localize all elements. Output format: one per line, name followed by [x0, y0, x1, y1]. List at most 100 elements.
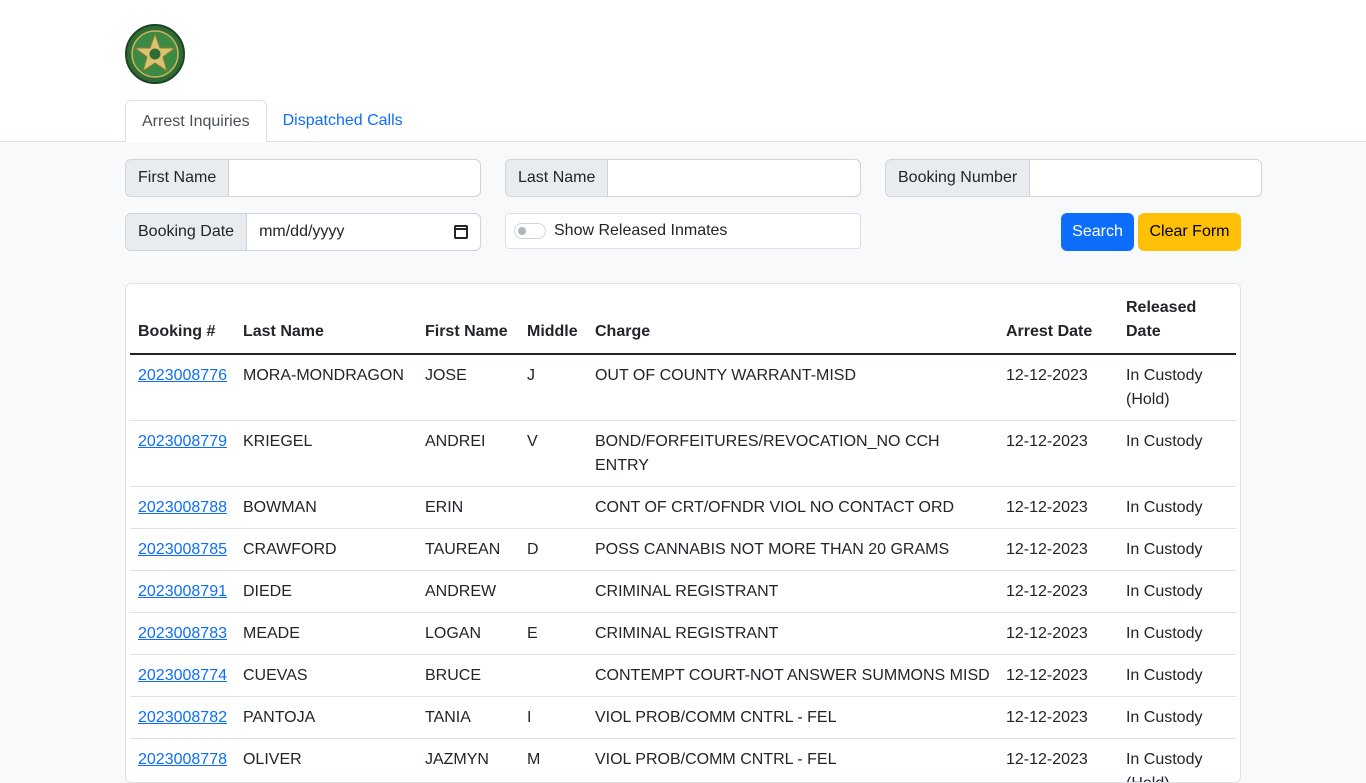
charge-cell: CRIMINAL REGISTRANT: [587, 571, 998, 613]
col-last-name: Last Name: [235, 292, 417, 354]
last-name-cell: PANTOJA: [235, 697, 417, 739]
tab-dispatched-calls[interactable]: Dispatched Calls: [267, 100, 419, 142]
last-name-cell: BOWMAN: [235, 487, 417, 529]
arrest-date-cell: 12-12-2023: [998, 529, 1118, 571]
first-name-cell: ANDREW: [417, 571, 519, 613]
charge-cell: BOND/FORFEITURES/REVOCATION_NO CCH ENTRY: [587, 421, 998, 487]
booking-number-link[interactable]: 2023008779: [138, 433, 227, 450]
released-date-cell: In Custody: [1118, 697, 1236, 739]
released-date-cell: In Custody: [1118, 421, 1236, 487]
charge-cell: VIOL PROB/COMM CNTRL - FEL: [587, 697, 998, 739]
middle-name-cell: I: [519, 697, 587, 739]
released-date-cell: In Custody: [1118, 487, 1236, 529]
booking-date-input[interactable]: mm/dd/yyyy: [247, 213, 481, 251]
table-row: 2023008788 BOWMANERIN CONT OF CRT/OFNDR VI…: [130, 487, 1236, 529]
tab-arrest-inquiries[interactable]: Arrest Inquiries: [125, 100, 267, 143]
show-released-toggle[interactable]: [514, 223, 546, 239]
first-name-input[interactable]: [229, 159, 481, 197]
booking-number-cell: 2023008778: [130, 739, 235, 783]
arrest-date-cell: 12-12-2023: [998, 739, 1118, 783]
table-row: 2023008783 MEADELOGANECRIMINAL REGISTRANT…: [130, 613, 1236, 655]
first-name-cell: ERIN: [417, 487, 519, 529]
released-date-cell: In Custody: [1118, 571, 1236, 613]
middle-name-cell: V: [519, 421, 587, 487]
first-name-cell: ANDREI: [417, 421, 519, 487]
booking-number-label: Booking Number: [885, 159, 1030, 197]
booking-number-cell: 2023008782: [130, 697, 235, 739]
last-name-input[interactable]: [608, 159, 861, 197]
col-first-name: First Name: [417, 292, 519, 354]
booking-number-cell: 2023008791: [130, 571, 235, 613]
nav-tabs: Arrest Inquiries Dispatched Calls: [125, 100, 419, 143]
booking-number-link[interactable]: 2023008791: [138, 583, 227, 600]
booking-number-link[interactable]: 2023008778: [138, 751, 227, 768]
first-name-label: First Name: [125, 159, 229, 197]
first-name-cell: JOSE: [417, 354, 519, 421]
booking-number-link[interactable]: 2023008788: [138, 499, 227, 516]
booking-number-cell: 2023008788: [130, 487, 235, 529]
last-name-label: Last Name: [505, 159, 608, 197]
last-name-cell: CUEVAS: [235, 655, 417, 697]
middle-name-cell: E: [519, 613, 587, 655]
released-date-cell: In Custody (Hold): [1118, 354, 1236, 421]
charge-cell: CONT OF CRT/OFNDR VIOL NO CONTACT ORD: [587, 487, 998, 529]
results-card: Booking # Last Name First Name Middle Ch…: [125, 283, 1241, 783]
calendar-icon[interactable]: [454, 225, 468, 239]
table-row: 2023008778 OLIVERJAZMYNMVIOL PROB/COMM CN…: [130, 739, 1236, 783]
first-name-cell: TANIA: [417, 697, 519, 739]
last-name-cell: CRAWFORD: [235, 529, 417, 571]
charge-cell: VIOL PROB/COMM CNTRL - FEL: [587, 739, 998, 783]
booking-date-placeholder: mm/dd/yyyy: [259, 223, 344, 241]
booking-number-link[interactable]: 2023008783: [138, 625, 227, 642]
last-name-cell: OLIVER: [235, 739, 417, 783]
col-charge: Charge: [587, 292, 998, 354]
arrest-date-cell: 12-12-2023: [998, 487, 1118, 529]
first-name-cell: BRUCE: [417, 655, 519, 697]
last-name-cell: KRIEGEL: [235, 421, 417, 487]
booking-date-group: Booking Date mm/dd/yyyy: [125, 213, 481, 251]
first-name-cell: JAZMYN: [417, 739, 519, 783]
table-row: 2023008774 CUEVASBRUCE CONTEMPT COURT-NOT …: [130, 655, 1236, 697]
charge-cell: OUT OF COUNTY WARRANT-MISD: [587, 354, 998, 421]
middle-name-cell: [519, 655, 587, 697]
middle-name-cell: M: [519, 739, 587, 783]
last-name-cell: MEADE: [235, 613, 417, 655]
charge-cell: CRIMINAL REGISTRANT: [587, 613, 998, 655]
middle-name-cell: D: [519, 529, 587, 571]
col-middle: Middle: [519, 292, 587, 354]
show-released-container: Show Released Inmates: [505, 213, 861, 249]
booking-number-cell: 2023008785: [130, 529, 235, 571]
booking-number-link[interactable]: 2023008782: [138, 709, 227, 726]
arrest-date-cell: 12-12-2023: [998, 571, 1118, 613]
released-date-cell: In Custody: [1118, 655, 1236, 697]
clear-form-button[interactable]: Clear Form: [1138, 213, 1241, 251]
col-booking-number: Booking #: [130, 292, 235, 354]
booking-number-group: Booking Number: [885, 159, 1241, 197]
search-button[interactable]: Search: [1061, 213, 1134, 251]
first-name-cell: TAUREAN: [417, 529, 519, 571]
arrest-date-cell: 12-12-2023: [998, 655, 1118, 697]
table-row: 2023008782 PANTOJATANIAIVIOL PROB/COMM CN…: [130, 697, 1236, 739]
middle-name-cell: [519, 571, 587, 613]
charge-cell: CONTEMPT COURT-NOT ANSWER SUMMONS MISD: [587, 655, 998, 697]
arrest-date-cell: 12-12-2023: [998, 421, 1118, 487]
table-row: 2023008785 CRAWFORDTAUREANDPOSS CANNABIS …: [130, 529, 1236, 571]
booking-number-link[interactable]: 2023008776: [138, 367, 227, 384]
middle-name-cell: J: [519, 354, 587, 421]
booking-number-cell: 2023008776: [130, 354, 235, 421]
booking-date-label: Booking Date: [125, 213, 247, 251]
arrest-date-cell: 12-12-2023: [998, 697, 1118, 739]
booking-number-cell: 2023008783: [130, 613, 235, 655]
booking-number-link[interactable]: 2023008785: [138, 541, 227, 558]
first-name-group: First Name: [125, 159, 481, 197]
released-date-cell: In Custody (Hold): [1118, 739, 1236, 783]
released-date-cell: In Custody: [1118, 529, 1236, 571]
booking-number-input[interactable]: [1030, 159, 1262, 197]
table-header-row: Booking # Last Name First Name Middle Ch…: [130, 292, 1236, 354]
booking-number-link[interactable]: 2023008774: [138, 667, 227, 684]
charge-cell: POSS CANNABIS NOT MORE THAN 20 GRAMS: [587, 529, 998, 571]
booking-number-cell: 2023008774: [130, 655, 235, 697]
first-name-cell: LOGAN: [417, 613, 519, 655]
table-row: 2023008776MORA-MONDRAGONJOSEJOUT OF COUN…: [130, 354, 1236, 421]
last-name-cell: DIEDE: [235, 571, 417, 613]
